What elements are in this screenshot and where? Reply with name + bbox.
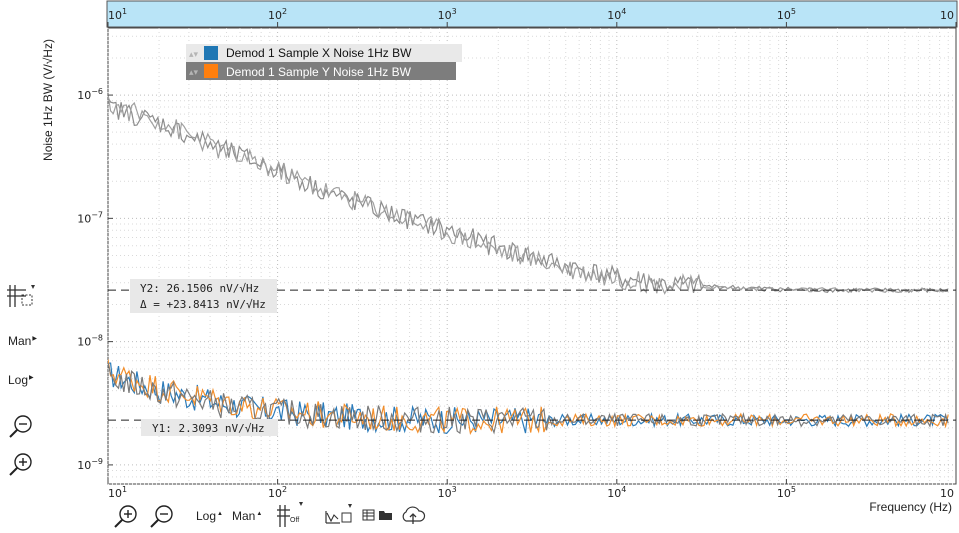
cursor-y2-text: Y2: 26.1506 nV/√Hz xyxy=(140,282,259,295)
math-tool-icon xyxy=(325,504,352,524)
y-zoom-out-button[interactable] xyxy=(8,413,34,439)
y-scale-man-button[interactable]: Man▶ xyxy=(8,334,37,348)
y-scale-man-chevron-icon: ▶ xyxy=(32,336,37,342)
folder-icon xyxy=(379,511,392,520)
x-tick-label: 105 xyxy=(777,485,796,500)
table-icon xyxy=(362,509,375,521)
legend-swatch-x xyxy=(204,46,218,60)
x-scale-log-button[interactable]: Log▲ xyxy=(196,509,223,523)
cursor-off-icon xyxy=(277,502,303,527)
legend-arrows-1[interactable]: ▴▾ xyxy=(189,50,199,60)
y-tick-label: 10−8 xyxy=(77,334,103,349)
cursor-y2-label: Y2 xyxy=(140,282,153,295)
cursor-y2-box[interactable]: Y2: 26.1506 nV/√Hz Δ = +23.8413 nV/√Hz xyxy=(130,279,277,313)
x-scale-log-chevron-icon: ▲ xyxy=(217,511,223,517)
x-scale-man-chevron-icon: ▲ xyxy=(256,511,263,517)
folder-button[interactable] xyxy=(378,507,394,523)
cursor-y1-text: Y1: 2.3093 nV/√Hz xyxy=(152,422,265,435)
math-tool-button[interactable] xyxy=(324,503,356,527)
y-tick-label: 10−9 xyxy=(77,457,103,472)
top-axis-bar[interactable] xyxy=(106,0,958,28)
x-scale-man-button[interactable]: Man▲ xyxy=(232,509,262,523)
y-scale-log-chevron-icon: ▶ xyxy=(29,375,34,381)
cursor-y2-value: 26.1506 xyxy=(167,282,213,295)
x-tick-label: 101 xyxy=(108,485,127,500)
y-scale-man-label: Man xyxy=(8,334,32,348)
y-zoom-in-button[interactable] xyxy=(8,451,34,477)
x-tick-label: 10 xyxy=(940,487,954,500)
y-scale-log-label: Log xyxy=(8,373,29,387)
x-scale-log-label: Log xyxy=(196,509,217,523)
cursor-y1-unit: nV/√Hz xyxy=(225,422,265,435)
legend-swatch-y xyxy=(204,64,218,78)
cloud-upload-icon xyxy=(402,506,426,524)
x-zoom-out-button[interactable] xyxy=(149,503,175,529)
y-tick-label: 10−6 xyxy=(77,87,103,102)
cursor-delta-unit: nV/√Hz xyxy=(226,298,266,311)
cursor-y1-value: 2.3093 xyxy=(179,422,219,435)
y-axis-title: Noise 1Hz BW (V/√Hz) xyxy=(41,39,55,161)
cursor-delta-text: Δ = +23.8413 nV/√Hz xyxy=(140,298,266,311)
x-tick-label: 104 xyxy=(607,485,626,500)
cursor-tool-button[interactable] xyxy=(6,283,36,309)
y-scale-log-button[interactable]: Log▶ xyxy=(8,373,34,387)
zoom-out-icon xyxy=(9,415,32,438)
cloud-upload-button[interactable] xyxy=(400,505,426,525)
cursor-y2-unit: nV/√Hz xyxy=(219,282,259,295)
noise-chart: 101 102 103 104 105 10 101 102 103 104 105 10 10−6… xyxy=(41,0,958,514)
table-button[interactable] xyxy=(362,507,376,523)
cursor-tool-icon xyxy=(7,285,35,307)
zoom-in-icon xyxy=(114,505,137,528)
cursor-off-label: Off xyxy=(290,517,300,524)
x-scale-man-label: Man xyxy=(232,509,256,523)
y-tick-label: 10−7 xyxy=(77,210,103,225)
legend-label-y: Demod 1 Sample Y Noise 1Hz BW xyxy=(226,65,412,79)
legend[interactable]: ▴▾ ▴▾ Demod 1 Sample X Noise 1Hz BW Demo… xyxy=(186,44,462,80)
zoom-out-icon xyxy=(150,505,173,528)
zoom-in-icon xyxy=(9,453,32,476)
x-axis-title: Frequency (Hz) xyxy=(869,500,952,514)
top-tick-label: 10 xyxy=(940,9,954,22)
x-cursor-off-button[interactable]: Off xyxy=(276,502,310,530)
cursor-y1-box[interactable]: Y1: 2.3093 nV/√Hz xyxy=(141,419,278,436)
legend-label-x: Demod 1 Sample X Noise 1Hz BW xyxy=(226,46,412,60)
x-tick-label: 103 xyxy=(438,485,457,500)
x-zoom-in-button[interactable] xyxy=(113,503,139,529)
legend-arrows-2[interactable]: ▴▾ xyxy=(189,68,199,78)
plot-area[interactable] xyxy=(107,27,957,485)
cursor-y1-label: Y1 xyxy=(152,422,165,435)
x-tick-label: 102 xyxy=(268,485,287,500)
cursor-delta-value: +23.8413 xyxy=(167,298,220,311)
